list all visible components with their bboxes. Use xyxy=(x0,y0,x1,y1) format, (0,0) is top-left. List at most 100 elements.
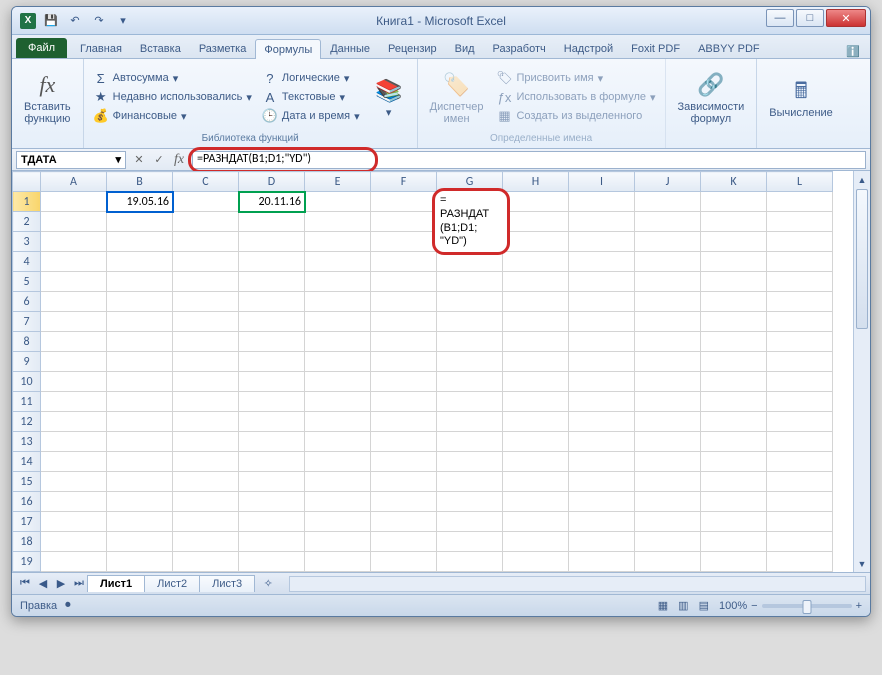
cell-A3[interactable] xyxy=(41,232,107,252)
cell-K13[interactable] xyxy=(701,432,767,452)
formula-deps-button[interactable]: 🔗Зависимости формул xyxy=(672,61,751,133)
cell-F18[interactable] xyxy=(371,532,437,552)
sheet-tab-1[interactable]: Лист2 xyxy=(144,575,200,592)
cell-I9[interactable] xyxy=(569,352,635,372)
cell-I2[interactable] xyxy=(569,212,635,232)
cell-J11[interactable] xyxy=(635,392,701,412)
cell-J3[interactable] xyxy=(635,232,701,252)
cell-L13[interactable] xyxy=(767,432,833,452)
zoom-control[interactable]: 100% − + xyxy=(719,600,862,612)
cell-L3[interactable] xyxy=(767,232,833,252)
cell-G8[interactable] xyxy=(437,332,503,352)
cell-J18[interactable] xyxy=(635,532,701,552)
cell-J14[interactable] xyxy=(635,452,701,472)
cell-A13[interactable] xyxy=(41,432,107,452)
qat-dropdown-icon[interactable]: ▾ xyxy=(114,12,132,30)
cell-C11[interactable] xyxy=(173,392,239,412)
cell-F16[interactable] xyxy=(371,492,437,512)
col-header-C[interactable]: C xyxy=(173,172,239,192)
scroll-up-icon[interactable]: ▲ xyxy=(854,171,870,188)
ribbon-tab-5[interactable]: Рецензир xyxy=(379,38,446,58)
cell-K19[interactable] xyxy=(701,552,767,572)
cell-F17[interactable] xyxy=(371,512,437,532)
cell-F7[interactable] xyxy=(371,312,437,332)
row-header-17[interactable]: 17 xyxy=(13,512,41,532)
cell-C13[interactable] xyxy=(173,432,239,452)
cell-I15[interactable] xyxy=(569,472,635,492)
cell-D1[interactable]: 20.11.16 xyxy=(239,192,305,212)
cell-L10[interactable] xyxy=(767,372,833,392)
cell-C2[interactable] xyxy=(173,212,239,232)
cell-H6[interactable] xyxy=(503,292,569,312)
cell-D12[interactable] xyxy=(239,412,305,432)
cell-D11[interactable] xyxy=(239,392,305,412)
cell-I8[interactable] xyxy=(569,332,635,352)
row-header-7[interactable]: 7 xyxy=(13,312,41,332)
spreadsheet-grid[interactable]: ABCDEFGHIJKL119.05.1620.11.1623456789101… xyxy=(12,171,833,572)
cell-B6[interactable] xyxy=(107,292,173,312)
select-all-cell[interactable] xyxy=(13,172,41,192)
cell-C6[interactable] xyxy=(173,292,239,312)
save-icon[interactable]: 💾 xyxy=(42,12,60,30)
formula-input[interactable]: =РАЗНДАТ(B1;D1;"YD") xyxy=(192,151,866,169)
cell-E14[interactable] xyxy=(305,452,371,472)
cell-C17[interactable] xyxy=(173,512,239,532)
cell-E1[interactable] xyxy=(305,192,371,212)
cell-H17[interactable] xyxy=(503,512,569,532)
cell-I17[interactable] xyxy=(569,512,635,532)
cell-I3[interactable] xyxy=(569,232,635,252)
cell-L7[interactable] xyxy=(767,312,833,332)
cell-F9[interactable] xyxy=(371,352,437,372)
cell-E8[interactable] xyxy=(305,332,371,352)
cell-F5[interactable] xyxy=(371,272,437,292)
last-sheet-button[interactable]: ⏭ xyxy=(70,575,88,593)
cell-E16[interactable] xyxy=(305,492,371,512)
cell-A7[interactable] xyxy=(41,312,107,332)
cell-D13[interactable] xyxy=(239,432,305,452)
cell-K10[interactable] xyxy=(701,372,767,392)
more-functions-button[interactable]: 📚▾ xyxy=(367,61,411,133)
cell-C19[interactable] xyxy=(173,552,239,572)
cell-J1[interactable] xyxy=(635,192,701,212)
cell-A12[interactable] xyxy=(41,412,107,432)
cell-I5[interactable] xyxy=(569,272,635,292)
cell-D16[interactable] xyxy=(239,492,305,512)
cell-G12[interactable] xyxy=(437,412,503,432)
zoom-in-button[interactable]: + xyxy=(856,600,862,612)
cell-C8[interactable] xyxy=(173,332,239,352)
cell-L4[interactable] xyxy=(767,252,833,272)
ribbon-tab-0[interactable]: Главная xyxy=(71,38,131,58)
ribbon-tab-6[interactable]: Вид xyxy=(446,38,484,58)
row-header-13[interactable]: 13 xyxy=(13,432,41,452)
cell-H9[interactable] xyxy=(503,352,569,372)
cell-K17[interactable] xyxy=(701,512,767,532)
cell-A8[interactable] xyxy=(41,332,107,352)
cell-L17[interactable] xyxy=(767,512,833,532)
cell-A6[interactable] xyxy=(41,292,107,312)
scroll-down-icon[interactable]: ▼ xyxy=(854,555,870,572)
cell-B3[interactable] xyxy=(107,232,173,252)
cell-D17[interactable] xyxy=(239,512,305,532)
cell-J4[interactable] xyxy=(635,252,701,272)
cell-A9[interactable] xyxy=(41,352,107,372)
cell-F13[interactable] xyxy=(371,432,437,452)
cell-D15[interactable] xyxy=(239,472,305,492)
cell-C12[interactable] xyxy=(173,412,239,432)
new-sheet-button[interactable]: ✧ xyxy=(259,575,277,593)
cell-I11[interactable] xyxy=(569,392,635,412)
ribbon-tab-1[interactable]: Вставка xyxy=(131,38,190,58)
cell-H3[interactable] xyxy=(503,232,569,252)
cell-C3[interactable] xyxy=(173,232,239,252)
cell-G16[interactable] xyxy=(437,492,503,512)
autosum-button[interactable]: ΣАвтосумма ▾ xyxy=(90,69,255,87)
cell-I7[interactable] xyxy=(569,312,635,332)
cell-H13[interactable] xyxy=(503,432,569,452)
cell-D18[interactable] xyxy=(239,532,305,552)
calculation-button[interactable]: 🖩Вычисление xyxy=(763,61,839,133)
cell-L5[interactable] xyxy=(767,272,833,292)
cell-D14[interactable] xyxy=(239,452,305,472)
cell-F11[interactable] xyxy=(371,392,437,412)
cell-J17[interactable] xyxy=(635,512,701,532)
row-header-2[interactable]: 2 xyxy=(13,212,41,232)
cell-B2[interactable] xyxy=(107,212,173,232)
